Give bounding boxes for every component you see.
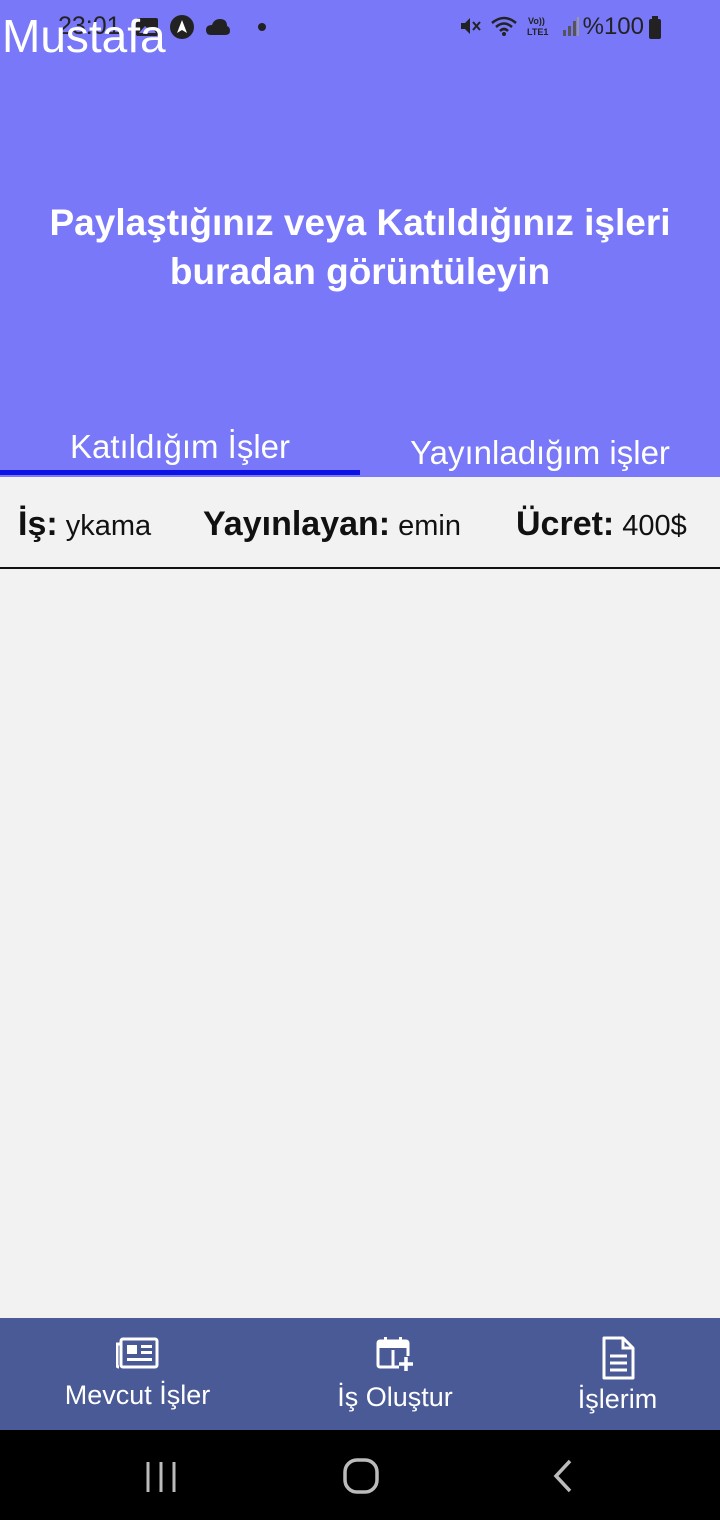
job-title-label: İş: [18,505,58,543]
svg-text:LTE1: LTE1 [527,27,548,37]
job-title-value: ykama [65,510,152,542]
nav-item-create-job[interactable]: İş Oluştur [300,1318,490,1430]
job-title-cell: İş: ykama [18,505,151,544]
job-publisher-label: Yayınlayan: [203,505,391,543]
job-fee-cell: Ücret: 400$ [516,505,687,544]
tab-published-jobs[interactable]: Yayınladığım işler [360,434,720,482]
headline-line-1: Paylaştığınız veya Katıldığınız işleri [49,202,671,243]
nav-label-my-jobs: İşlerim [577,1384,658,1414]
page-headline: Paylaştığınız veya Katıldığınız işleri b… [0,198,720,296]
status-icons-right: Vo)) LTE1 [458,14,580,38]
navigation-icon [170,15,194,39]
dot-icon [258,23,266,31]
tab-joined-jobs[interactable]: Katıldığım İşler [0,428,360,476]
header: 23:01 Vo)) LTE1 %100 Mustafa Paylaştığını… [0,0,720,477]
battery-icon [649,16,661,39]
active-tab-indicator [0,470,360,475]
job-list-item[interactable]: İş: ykama Yayınlayan: emin Ücret: 400$ [0,477,720,569]
cloud-icon [206,19,230,35]
wifi-icon [491,16,517,36]
newspaper-icon [115,1337,158,1369]
user-name: Mustafa [2,10,166,62]
home-icon[interactable] [342,1457,382,1497]
bottom-navigation: Mevcut İşler İş Oluştur İşlerim [0,1318,720,1430]
job-publisher-value: emin [398,510,461,542]
headline-line-2: buradan görüntüleyin [169,251,551,292]
nav-item-my-jobs[interactable]: İşlerim [545,1318,690,1430]
add-calendar-icon [376,1337,413,1371]
nav-label-available-jobs: Mevcut İşler [64,1380,211,1410]
recent-apps-icon[interactable] [143,1459,179,1495]
back-icon[interactable] [550,1457,580,1497]
nav-label-create-job: İş Oluştur [337,1382,453,1412]
mute-icon [461,18,481,34]
battery-percentage: %100 [582,13,644,40]
system-navigation-bar [0,1430,720,1520]
job-fee-label: Ücret: [516,505,615,543]
job-publisher-cell: Yayınlayan: emin [203,505,461,544]
signal-icon [563,17,579,36]
nav-item-available-jobs[interactable]: Mevcut İşler [40,1318,235,1430]
job-fee-value: 400$ [622,510,687,542]
svg-text:Vo)): Vo)) [528,16,545,26]
volte-lte-icon: Vo))LTE1 [527,16,548,37]
document-icon [602,1336,634,1380]
